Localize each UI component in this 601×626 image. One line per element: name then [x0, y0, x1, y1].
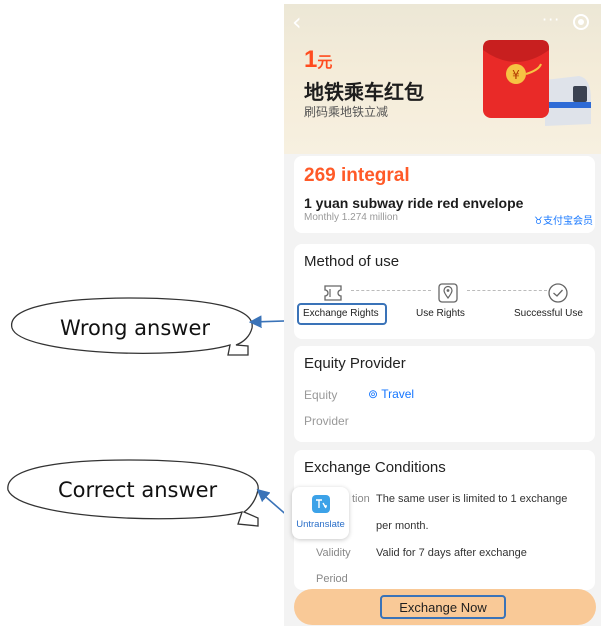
correct-answer-label: Correct answer: [58, 478, 218, 502]
provider-value-label: Travel: [381, 387, 415, 401]
method-of-use-card: Method of use Exchange Rights Use Rights…: [294, 244, 595, 339]
points-value: 269 integral: [304, 165, 410, 186]
condition-text-line1: The same user is limited to 1 exchange: [376, 493, 568, 505]
hero-title: 地铁乘车红包: [304, 80, 424, 104]
monthly-count: Monthly 1.274 million: [304, 212, 398, 223]
back-arrow-icon[interactable]: ‹: [292, 10, 302, 34]
translate-app-icon: [312, 495, 330, 513]
product-description: 1 yuan subway ride red envelope: [304, 195, 524, 211]
method-title: Method of use: [304, 253, 400, 270]
hero-amount-unit: 元: [317, 54, 333, 71]
exchange-title: Exchange Conditions: [304, 459, 446, 476]
wrong-answer-label: Wrong answer: [60, 316, 211, 340]
step-label-successful-use: Successful Use: [514, 308, 583, 319]
wrong-answer-highlight: [297, 303, 387, 325]
hero-banner: ‹ ··· 1元 地铁乘车红包 刷码乘地铁立减 ¥: [284, 4, 601, 154]
more-icon[interactable]: ···: [542, 10, 560, 29]
exchange-now-label: Exchange Now: [399, 600, 487, 615]
condition-key-fragment: tion: [352, 493, 370, 505]
untranslate-floating-button[interactable]: Untranslate: [292, 487, 349, 539]
membership-badge-label: 支付宝会员: [542, 216, 593, 227]
alipay-member-icon: ♉: [534, 216, 543, 227]
check-circle-icon: [548, 283, 568, 303]
close-mini-app-icon[interactable]: [573, 14, 589, 30]
provider-title: Equity Provider: [304, 355, 406, 372]
points-card: 269 integral 1 yuan subway ride red enve…: [294, 156, 595, 233]
exchange-now-button[interactable]: Exchange Now: [380, 595, 506, 619]
membership-badge: ♉支付宝会员: [534, 212, 593, 227]
hero-amount: 1元: [304, 46, 332, 74]
travel-icon: ⊚: [368, 387, 379, 401]
condition-text-line2: per month.: [376, 520, 429, 532]
step-label-use-rights: Use Rights: [416, 308, 465, 319]
provider-key-line2: Provider: [304, 414, 349, 428]
step-connector-1: [351, 290, 431, 291]
provider-key: Equity: [304, 388, 338, 402]
ticket-icon: [324, 285, 342, 301]
untranslate-label: Untranslate: [296, 519, 345, 530]
step-connector-2: [467, 290, 547, 291]
validity-text: Valid for 7 days after exchange: [376, 547, 527, 559]
provider-value[interactable]: ⊚ Travel: [368, 387, 414, 401]
hero-amount-value: 1: [304, 46, 318, 73]
location-pin-icon: [438, 283, 458, 303]
validity-key-line2: Period: [316, 573, 348, 585]
equity-provider-card: Equity Provider Equity Provider ⊚ Travel: [294, 346, 595, 442]
red-envelope-illustration: ¥: [483, 40, 591, 126]
svg-text:¥: ¥: [512, 68, 520, 82]
hero-subtitle: 刷码乘地铁立减: [304, 105, 389, 119]
validity-key: Validity: [316, 547, 351, 559]
